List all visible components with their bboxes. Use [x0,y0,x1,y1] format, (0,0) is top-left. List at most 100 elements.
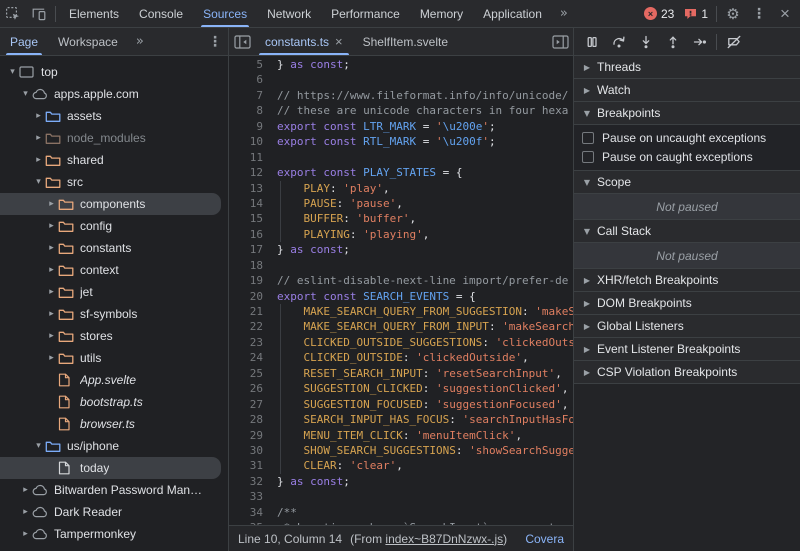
tree-item-tampermonkey[interactable]: ▸ Tampermonkey [0,523,228,545]
tree-item-utils[interactable]: ▸ utils [0,347,228,369]
tree-item-node-modules[interactable]: ▸ node_modules [0,127,228,149]
tab-performance[interactable]: Performance [321,0,410,27]
line-number[interactable]: 31 [229,458,273,473]
tree-item-today[interactable]: today [0,457,228,479]
expanded-arrow-icon[interactable]: ▾ [32,177,45,187]
tree-item-bitwarden-password-man[interactable]: ▸ Bitwarden Password Man… [0,479,228,501]
more-navigator-tabs-button[interactable]: » [128,34,152,49]
pause-icon[interactable] [578,29,605,55]
line-number[interactable]: 6 [229,72,273,87]
settings-gear-icon[interactable]: ⚙ [720,1,746,27]
show-debugger-icon[interactable] [547,29,573,55]
collapsed-arrow-icon[interactable]: ▸ [45,353,58,363]
line-number[interactable]: 27 [229,397,273,412]
line-number[interactable]: 22 [229,319,273,334]
device-toolbar-icon[interactable] [26,1,52,27]
line-number[interactable]: 8 [229,103,273,118]
collapsed-arrow-icon[interactable]: ▸ [45,265,58,275]
issues-badge[interactable]: 1 [684,7,708,21]
step-icon[interactable] [686,29,713,55]
collapsed-arrow-icon[interactable]: ▸ [45,243,58,253]
collapsed-arrow-icon[interactable]: ▸ [19,485,32,495]
coverage-link[interactable]: Covera [525,532,564,546]
step-into-icon[interactable] [632,29,659,55]
line-number[interactable]: 19 [229,273,273,288]
tab-sources[interactable]: Sources [193,0,257,27]
tree-item-sf-symbols[interactable]: ▸ sf-symbols [0,303,228,325]
line-number[interactable]: 23 [229,335,273,350]
line-number[interactable]: 17 [229,242,273,257]
line-number[interactable]: 16 [229,227,273,242]
line-number[interactable]: 10 [229,134,273,149]
expanded-arrow-icon[interactable]: ▾ [6,67,19,77]
collapsed-arrow-icon[interactable]: ▸ [45,331,58,341]
close-icon[interactable]: × [772,1,798,27]
collapsed-arrow-icon[interactable]: ▸ [32,111,45,121]
tree-item-app-svelte[interactable]: App.svelte [0,369,228,391]
expanded-arrow-icon[interactable]: ▾ [19,89,32,99]
tree-item-stores[interactable]: ▸ stores [0,325,228,347]
tree-item-apps-apple-com[interactable]: ▾ apps.apple.com [0,83,228,105]
file-tab-shelfitem-svelte[interactable]: ShelfItem.svelte [353,28,458,55]
line-number[interactable]: 11 [229,150,273,165]
line-number[interactable]: 25 [229,366,273,381]
section-header-xhr-fetch-breakpoints[interactable]: ▶ XHR/fetch Breakpoints [574,269,800,292]
checkbox-box[interactable] [582,150,594,163]
tab-application[interactable]: Application [473,0,552,27]
line-number[interactable]: 30 [229,443,273,458]
line-number[interactable]: 7 [229,88,273,103]
section-header-dom-breakpoints[interactable]: ▶ DOM Breakpoints [574,292,800,315]
section-header-threads[interactable]: ▶ Threads [574,56,800,79]
close-tab-icon[interactable]: × [335,34,343,49]
collapsed-arrow-icon[interactable]: ▸ [32,133,45,143]
more-menu-icon[interactable]: ⋮ [746,1,772,27]
navigator-tab-page[interactable]: Page [0,28,48,55]
collapsed-arrow-icon[interactable]: ▸ [45,309,58,319]
inspect-icon[interactable] [0,1,26,27]
section-header-breakpoints[interactable]: ▼ Breakpoints [574,102,800,125]
deactivate-breakpoints-icon[interactable] [720,29,747,55]
tree-item-shared[interactable]: ▸ shared [0,149,228,171]
tree-item-context[interactable]: ▸ context [0,259,228,281]
collapsed-arrow-icon[interactable]: ▸ [45,221,58,231]
line-number[interactable]: 21 [229,304,273,319]
tree-item-browser-ts[interactable]: browser.ts [0,413,228,435]
line-number[interactable]: 20 [229,289,273,304]
expanded-arrow-icon[interactable]: ▾ [32,441,45,451]
tab-elements[interactable]: Elements [59,0,129,27]
source-map-link[interactable]: index~B87DnNzwx-.js [385,532,503,546]
tree-item-src[interactable]: ▾ src [0,171,228,193]
section-header-watch[interactable]: ▶ Watch [574,79,800,102]
tree-item-constants[interactable]: ▸ constants [0,237,228,259]
collapsed-arrow-icon[interactable]: ▸ [19,529,32,539]
section-header-scope[interactable]: ▼ Scope [574,171,800,194]
tab-console[interactable]: Console [129,0,193,27]
step-out-icon[interactable] [659,29,686,55]
collapsed-arrow-icon[interactable]: ▸ [19,507,32,517]
checkbox-pause-on-uncaught-exceptions[interactable]: Pause on uncaught exceptions [574,128,800,147]
line-number[interactable]: 9 [229,119,273,134]
section-header-call-stack[interactable]: ▼ Call Stack [574,220,800,243]
tree-item-jet[interactable]: ▸ jet [0,281,228,303]
line-number[interactable]: 15 [229,211,273,226]
line-number[interactable]: 12 [229,165,273,180]
navigator-tab-workspace[interactable]: Workspace [48,28,128,55]
more-tabs-button[interactable]: » [552,6,576,21]
line-number[interactable]: 32 [229,474,273,489]
line-number[interactable]: 5 [229,57,273,72]
section-header-event-listener-breakpoints[interactable]: ▶ Event Listener Breakpoints [574,338,800,361]
collapsed-arrow-icon[interactable]: ▸ [32,155,45,165]
line-number[interactable]: 33 [229,489,273,504]
section-header-csp-violation-breakpoints[interactable]: ▶ CSP Violation Breakpoints [574,361,800,384]
checkbox-pause-on-caught-exceptions[interactable]: Pause on caught exceptions [574,147,800,166]
error-badge[interactable]: × 23 [643,7,674,21]
tree-item-top[interactable]: ▾ top [0,61,228,83]
line-number[interactable]: 28 [229,412,273,427]
collapsed-arrow-icon[interactable]: ▸ [45,287,58,297]
line-number[interactable]: 34 [229,505,273,520]
navigator-menu-icon[interactable]: ⋮ [202,29,228,55]
line-number[interactable]: 13 [229,181,273,196]
step-over-icon[interactable] [605,29,632,55]
file-tab-constants-ts[interactable]: constants.ts × [255,28,353,55]
line-number[interactable]: 24 [229,350,273,365]
